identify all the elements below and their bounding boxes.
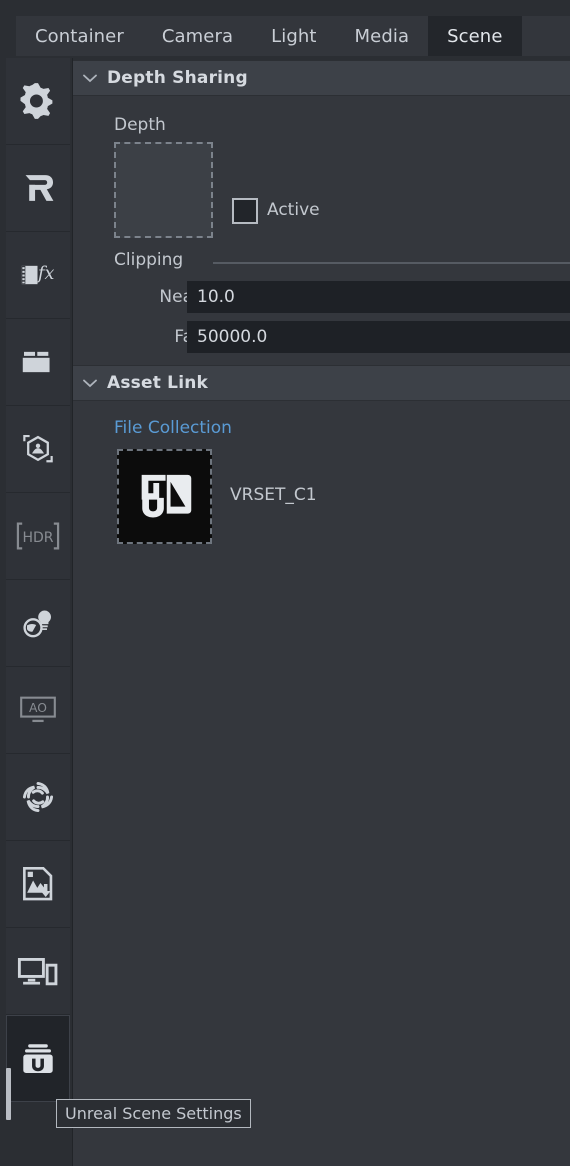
tab-light[interactable]: Light xyxy=(252,16,335,56)
ao-icon: AO xyxy=(17,693,59,727)
scene-settings-content: Depth Sharing Depth Active Clipping Near… xyxy=(73,60,570,1166)
tool-rail: fx HDR AO xyxy=(6,58,73,1166)
svg-text:HDR: HDR xyxy=(22,530,53,546)
tab-camera[interactable]: Camera xyxy=(143,16,252,56)
rail-item-lens-flare[interactable] xyxy=(6,754,70,841)
light-probe-icon xyxy=(16,601,60,645)
tab-scene[interactable]: Scene xyxy=(428,16,522,56)
r-logo-icon xyxy=(16,166,60,210)
rail-item-effects[interactable]: fx xyxy=(6,232,70,319)
active-label: Active xyxy=(267,200,320,220)
active-checkbox[interactable] xyxy=(232,198,258,224)
unreal-asset-icon xyxy=(130,460,200,534)
depth-label: Depth xyxy=(114,115,166,135)
section-header-depth-sharing[interactable]: Depth Sharing xyxy=(73,60,570,96)
image-import-icon xyxy=(18,863,58,905)
rail-scrollbar-thumb[interactable] xyxy=(6,1068,11,1120)
asset-name-label: VRSET_C1 xyxy=(230,485,317,505)
object-tracking-icon xyxy=(17,428,59,470)
hdr-icon: HDR xyxy=(16,519,60,553)
rail-item-light-probe[interactable] xyxy=(6,580,70,667)
tab-label: Scene xyxy=(447,25,503,47)
rail-item-ambient-occlusion[interactable]: AO xyxy=(6,667,70,754)
tab-media[interactable]: Media xyxy=(336,16,429,56)
section-header-asset-link[interactable]: Asset Link xyxy=(73,365,570,401)
clipping-divider xyxy=(213,262,570,264)
display-devices-icon xyxy=(16,951,60,991)
rail-item-display-devices[interactable] xyxy=(6,928,70,1015)
asset-thumbnail[interactable] xyxy=(117,449,212,544)
toolbox-icon xyxy=(17,341,59,383)
rail-item-hdr[interactable]: HDR xyxy=(6,493,70,580)
chevron-down-icon[interactable] xyxy=(73,379,107,388)
tab-label: Container xyxy=(35,25,124,47)
section-title: Asset Link xyxy=(107,373,209,393)
rail-item-object-tracking[interactable] xyxy=(6,406,70,493)
tab-bar: Container Camera Light Media Scene xyxy=(16,16,570,56)
effects-fx-icon: fx xyxy=(18,255,58,295)
gear-icon xyxy=(17,80,59,122)
svg-text:fx: fx xyxy=(36,264,54,284)
svg-text:AO: AO xyxy=(29,701,47,715)
clipping-label: Clipping xyxy=(114,250,184,270)
far-input[interactable] xyxy=(187,321,570,353)
tab-label: Light xyxy=(271,25,317,47)
rail-item-settings[interactable] xyxy=(6,58,70,145)
depth-dropzone[interactable] xyxy=(114,142,213,238)
tooltip: Unreal Scene Settings xyxy=(56,1099,251,1128)
lens-flare-icon xyxy=(16,775,60,819)
rail-item-unreal-scene[interactable] xyxy=(6,1015,70,1102)
rail-item-image-import[interactable] xyxy=(6,841,70,928)
tab-label: Media xyxy=(354,25,410,47)
chevron-down-icon[interactable] xyxy=(73,74,107,83)
near-input[interactable] xyxy=(187,281,570,313)
file-collection-link[interactable]: File Collection xyxy=(114,418,232,438)
unreal-scene-settings-panel: Container Camera Light Media Scene fx HD… xyxy=(0,0,570,1166)
rail-item-r-logo[interactable] xyxy=(6,145,70,232)
tab-container[interactable]: Container xyxy=(16,16,143,56)
unreal-scene-icon xyxy=(17,1038,59,1080)
tab-label: Camera xyxy=(161,25,234,47)
section-title: Depth Sharing xyxy=(107,68,248,88)
rail-item-toolbox[interactable] xyxy=(6,319,70,406)
